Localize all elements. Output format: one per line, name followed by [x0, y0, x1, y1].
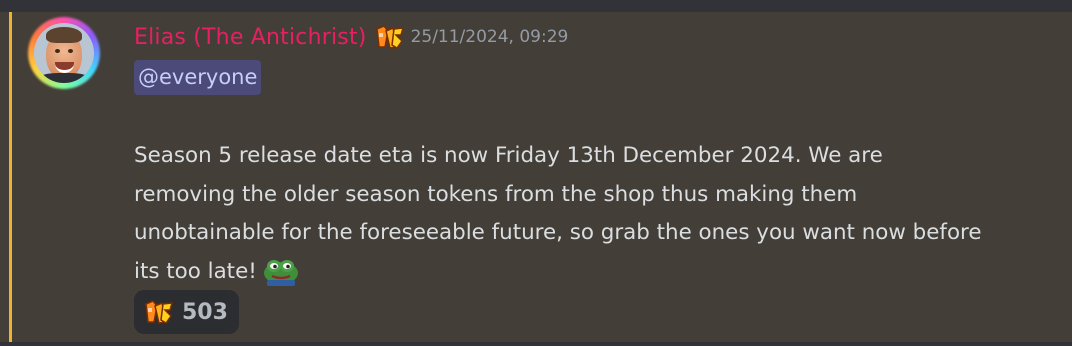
message-header: Elias (The Antichrist) 25/11/2024, 09:29 [134, 21, 568, 53]
pas-emoji-icon [145, 300, 174, 324]
pepe-emoji-icon[interactable] [261, 256, 301, 286]
avatar[interactable] [28, 17, 100, 89]
everyone-mention[interactable]: @everyone [134, 60, 262, 95]
message[interactable]: Elias (The Antichrist) 25/11/2024, 09:29… [0, 12, 1072, 342]
mention-highlight-bar [9, 12, 12, 342]
reaction-count: 503 [182, 299, 228, 325]
message-content: Season 5 release date eta is now Friday … [134, 137, 984, 291]
pas-badge-icon[interactable] [375, 23, 405, 51]
username[interactable]: Elias (The Antichrist) [134, 25, 367, 50]
avatar-image [34, 23, 94, 83]
reaction-button[interactable]: 503 [134, 290, 239, 334]
timestamp[interactable]: 25/11/2024, 09:29 [411, 27, 569, 47]
